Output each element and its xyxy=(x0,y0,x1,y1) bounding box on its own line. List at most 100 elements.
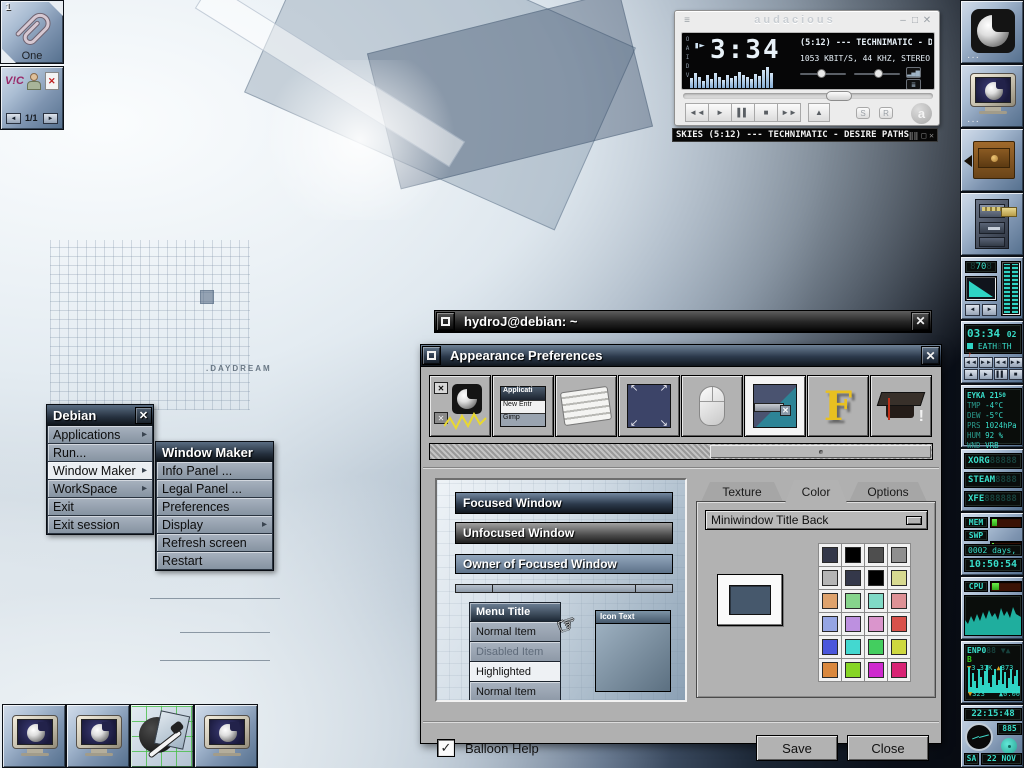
palette-color[interactable] xyxy=(865,567,887,589)
dock-clock-dockapp[interactable]: 22:15:48 885 SA 22 NOV xyxy=(960,704,1024,768)
player-menu-icon[interactable]: ≡ xyxy=(681,15,693,26)
track-title-marquee[interactable]: (5:12) --- TECHNIMATIC - DESIRE xyxy=(800,38,932,48)
tab-options[interactable]: Options xyxy=(849,482,927,502)
shade-eq-icon[interactable]: ‖‖ xyxy=(909,131,919,140)
palette-color[interactable] xyxy=(819,636,841,658)
player-minimize-icon[interactable]: – xyxy=(897,15,909,26)
shuffle-button[interactable]: S xyxy=(856,107,870,119)
wprefs-close-button[interactable]: ✕ xyxy=(921,346,940,365)
balance-slider[interactable] xyxy=(800,73,846,75)
remote-ff-button[interactable]: ►► xyxy=(1009,357,1023,368)
palette-color[interactable] xyxy=(888,567,910,589)
section-scrollbar[interactable] xyxy=(429,443,933,460)
miniwindow-terminal-2[interactable] xyxy=(66,704,130,768)
preview-focused-titlebar[interactable]: Focused Window xyxy=(455,492,673,514)
dock-launcher-dockapp[interactable]: XORG88888 STEAM8888 XFE888888 xyxy=(960,448,1024,512)
menu-item-window-maker[interactable]: Window Maker▸ xyxy=(47,462,153,480)
menu-item-restart[interactable]: Restart xyxy=(156,552,273,570)
menu-item-workspace[interactable]: WorkSpace▸ xyxy=(47,480,153,498)
palette-color[interactable] xyxy=(865,659,887,681)
eject-button[interactable]: ▲ xyxy=(808,103,830,122)
palette-color[interactable] xyxy=(819,590,841,612)
dock-drawer-appicon[interactable] xyxy=(960,128,1024,192)
palette-color[interactable] xyxy=(819,613,841,635)
playlist-button[interactable]: ≣ xyxy=(906,79,921,90)
terminal-window[interactable]: hydroJ@debian: ~ ✕ xyxy=(434,310,932,333)
section-keyboard-shortcuts[interactable] xyxy=(555,375,617,437)
mixer-next-button[interactable]: ► xyxy=(982,304,997,316)
mixer-volume-display[interactable] xyxy=(965,276,997,301)
player-shade-icon[interactable]: □ xyxy=(909,15,921,26)
palette-color[interactable] xyxy=(842,590,864,612)
palette-color[interactable] xyxy=(819,544,841,566)
dock-terminal-appicon[interactable]: ··· xyxy=(960,64,1024,128)
preview-menu-highlighted[interactable]: Highlighted xyxy=(469,662,561,682)
remote-pause-button[interactable]: ▌▌ xyxy=(994,369,1008,380)
preview-resizebar[interactable] xyxy=(455,584,673,593)
launcher-steam[interactable]: STEAM8888 xyxy=(964,472,1022,488)
audacious-player[interactable]: ≡ audacious – □ ✕ OAIDV ▮► 3:34 (5:12) -… xyxy=(674,10,940,126)
previous-button[interactable]: ◄◄ xyxy=(685,103,709,122)
palette-color[interactable] xyxy=(888,613,910,635)
palette-color[interactable] xyxy=(865,590,887,612)
menu-item-exit-session[interactable]: Exit session xyxy=(47,516,153,534)
palette-color[interactable] xyxy=(819,659,841,681)
menu-item-refresh-screen[interactable]: Refresh screen xyxy=(156,534,273,552)
preview-menu-disabled[interactable]: Disabled Item xyxy=(469,642,561,662)
menu-item-display[interactable]: Display▸ xyxy=(156,516,273,534)
menu-item-legal-panel[interactable]: Legal Panel ... xyxy=(156,480,273,498)
equalizer-button[interactable]: ▂▄▆ xyxy=(906,67,921,78)
remote-eject-button[interactable]: ▲ xyxy=(964,369,978,380)
remote-stop-button[interactable]: ■ xyxy=(1009,369,1023,380)
remote-next-button[interactable]: ►► xyxy=(979,357,993,368)
section-window-handling[interactable]: ✕ ✕ xyxy=(429,375,491,437)
volume-slider[interactable] xyxy=(854,73,900,75)
tray-app-icon[interactable]: V!C xyxy=(5,75,24,87)
remote-play-button[interactable]: ► xyxy=(979,369,993,380)
dock-sysmon-dockapp[interactable]: MEM SWP 0002 days, 10:50:54 xyxy=(960,512,1024,576)
section-mouse-preferences[interactable] xyxy=(681,375,743,437)
tab-color[interactable]: Color xyxy=(785,480,847,503)
palette-color[interactable] xyxy=(888,636,910,658)
spectrum-analyzer[interactable] xyxy=(690,65,786,88)
document-close-icon[interactable]: ✕ xyxy=(45,72,59,90)
balloon-help-checkbox[interactable]: ✓ xyxy=(437,739,455,757)
tab-texture[interactable]: Texture xyxy=(701,482,783,502)
system-tray[interactable]: V!C ✕ ◄ 1/1 ► xyxy=(0,66,64,130)
player-display[interactable]: OAIDV ▮► 3:34 (5:12) --- TECHNIMATIC - D… xyxy=(681,32,935,90)
root-menu-close-icon[interactable]: ✕ xyxy=(135,407,152,424)
balance-knob[interactable] xyxy=(817,69,826,78)
terminal-titlebar[interactable]: hydroJ@debian: ~ ✕ xyxy=(435,311,931,332)
palette-color[interactable] xyxy=(842,659,864,681)
wprefs-titlebar[interactable]: Appearance Preferences ✕ xyxy=(421,345,941,367)
section-appearance[interactable]: ✕ xyxy=(744,375,806,437)
dock-filemanager-appicon[interactable] xyxy=(960,192,1024,256)
palette-color[interactable] xyxy=(842,613,864,635)
menu-item-preferences[interactable]: Preferences xyxy=(156,498,273,516)
terminal-miniaturize-button[interactable] xyxy=(436,312,455,331)
palette-color[interactable] xyxy=(888,659,910,681)
section-font-preferences[interactable]: F xyxy=(807,375,869,437)
stop-button[interactable]: ■ xyxy=(754,103,778,122)
tray-prev-button[interactable]: ◄ xyxy=(6,113,21,124)
player-titlebar[interactable]: ≡ audacious – □ ✕ xyxy=(675,11,939,29)
miniwindow-terminal-1[interactable] xyxy=(2,704,66,768)
preview-unfocused-titlebar[interactable]: Unfocused Window xyxy=(455,522,673,544)
close-button[interactable]: Close xyxy=(847,735,929,761)
color-swatch[interactable] xyxy=(717,574,783,626)
appearance-preferences-window[interactable]: Appearance Preferences ✕ ✕ ✕ Applicati N… xyxy=(420,344,942,744)
menu-item-info-panel[interactable]: Info Panel ... xyxy=(156,462,273,480)
seek-knob[interactable] xyxy=(826,91,852,101)
palette-color[interactable] xyxy=(842,567,864,589)
shade-close-icon[interactable]: ✕ xyxy=(929,131,934,140)
preview-menu-title[interactable]: Menu Title xyxy=(469,602,561,622)
preview-menu-normal-2[interactable]: Normal Item xyxy=(469,682,561,702)
preview-owner-titlebar[interactable]: Owner of Focused Window xyxy=(455,554,673,574)
terminal-close-button[interactable]: ✕ xyxy=(911,312,930,331)
menu-item-applications[interactable]: Applications▸ xyxy=(47,426,153,444)
palette-color[interactable] xyxy=(819,567,841,589)
user-avatar-icon[interactable] xyxy=(27,73,41,91)
preview-menu-normal[interactable]: Normal Item xyxy=(469,622,561,642)
preview-menu[interactable]: Menu Title Normal Item Disabled Item Hig… xyxy=(469,602,561,702)
palette-color[interactable] xyxy=(842,544,864,566)
